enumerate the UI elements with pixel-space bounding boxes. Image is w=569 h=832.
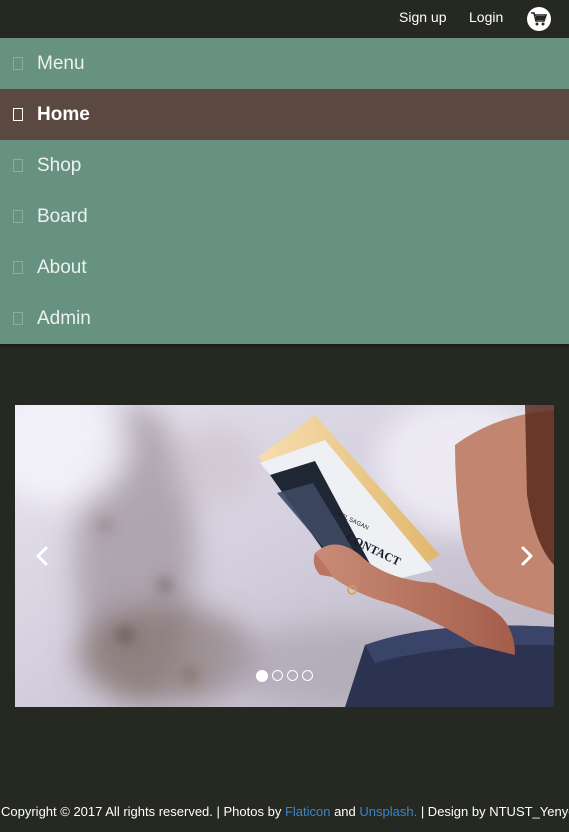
chevron-left-icon[interactable] xyxy=(29,543,55,569)
signup-link[interactable]: Sign up xyxy=(399,9,446,25)
menu-item-admin[interactable]: Admin xyxy=(0,293,569,344)
footer-and: and xyxy=(330,804,360,819)
menu-item-icon xyxy=(13,159,23,172)
login-link[interactable]: Login xyxy=(469,9,503,25)
flaticon-link[interactable]: Flaticon xyxy=(285,804,331,819)
image-carousel[interactable]: CONTACT CARL SAGAN xyxy=(15,405,554,707)
menu-item-icon xyxy=(13,210,23,223)
menu-item-label: About xyxy=(37,256,87,278)
menu-item-icon xyxy=(13,312,23,325)
carousel-indicator-2[interactable] xyxy=(272,670,283,681)
menu-item-label: Admin xyxy=(37,307,91,329)
footer-copyright: Copyright © 2017 All rights reserved. | … xyxy=(1,804,285,819)
menu-item-icon xyxy=(13,57,23,70)
menu-item-label: Menu xyxy=(37,52,85,74)
carousel-indicator-1[interactable] xyxy=(256,670,268,682)
menu-item-icon xyxy=(13,261,23,274)
cart-icon[interactable] xyxy=(527,7,551,31)
main-menu: Menu Home Shop Board About Admin xyxy=(0,38,569,344)
menu-item-label: Shop xyxy=(37,154,82,176)
menu-item-label: Board xyxy=(37,205,88,227)
menu-item-icon xyxy=(13,108,23,121)
menu-item-label: Home xyxy=(37,103,90,125)
menu-item-home[interactable]: Home xyxy=(0,89,569,140)
carousel-indicator-4[interactable] xyxy=(302,670,313,681)
carousel-slide-photo: CONTACT CARL SAGAN xyxy=(15,405,554,707)
menu-item-board[interactable]: Board xyxy=(0,191,569,242)
footer-design: | Design by NTUST_Yenyen xyxy=(417,804,569,819)
chevron-right-icon[interactable] xyxy=(514,543,540,569)
unsplash-link[interactable]: Unsplash. xyxy=(359,804,417,819)
menu-item-shop[interactable]: Shop xyxy=(0,140,569,191)
menu-item-menu[interactable]: Menu xyxy=(0,38,569,89)
top-bar: Sign up Login xyxy=(0,0,569,38)
carousel-indicator-3[interactable] xyxy=(287,670,298,681)
menu-item-about[interactable]: About xyxy=(0,242,569,293)
footer: Copyright © 2017 All rights reserved. | … xyxy=(1,804,569,819)
